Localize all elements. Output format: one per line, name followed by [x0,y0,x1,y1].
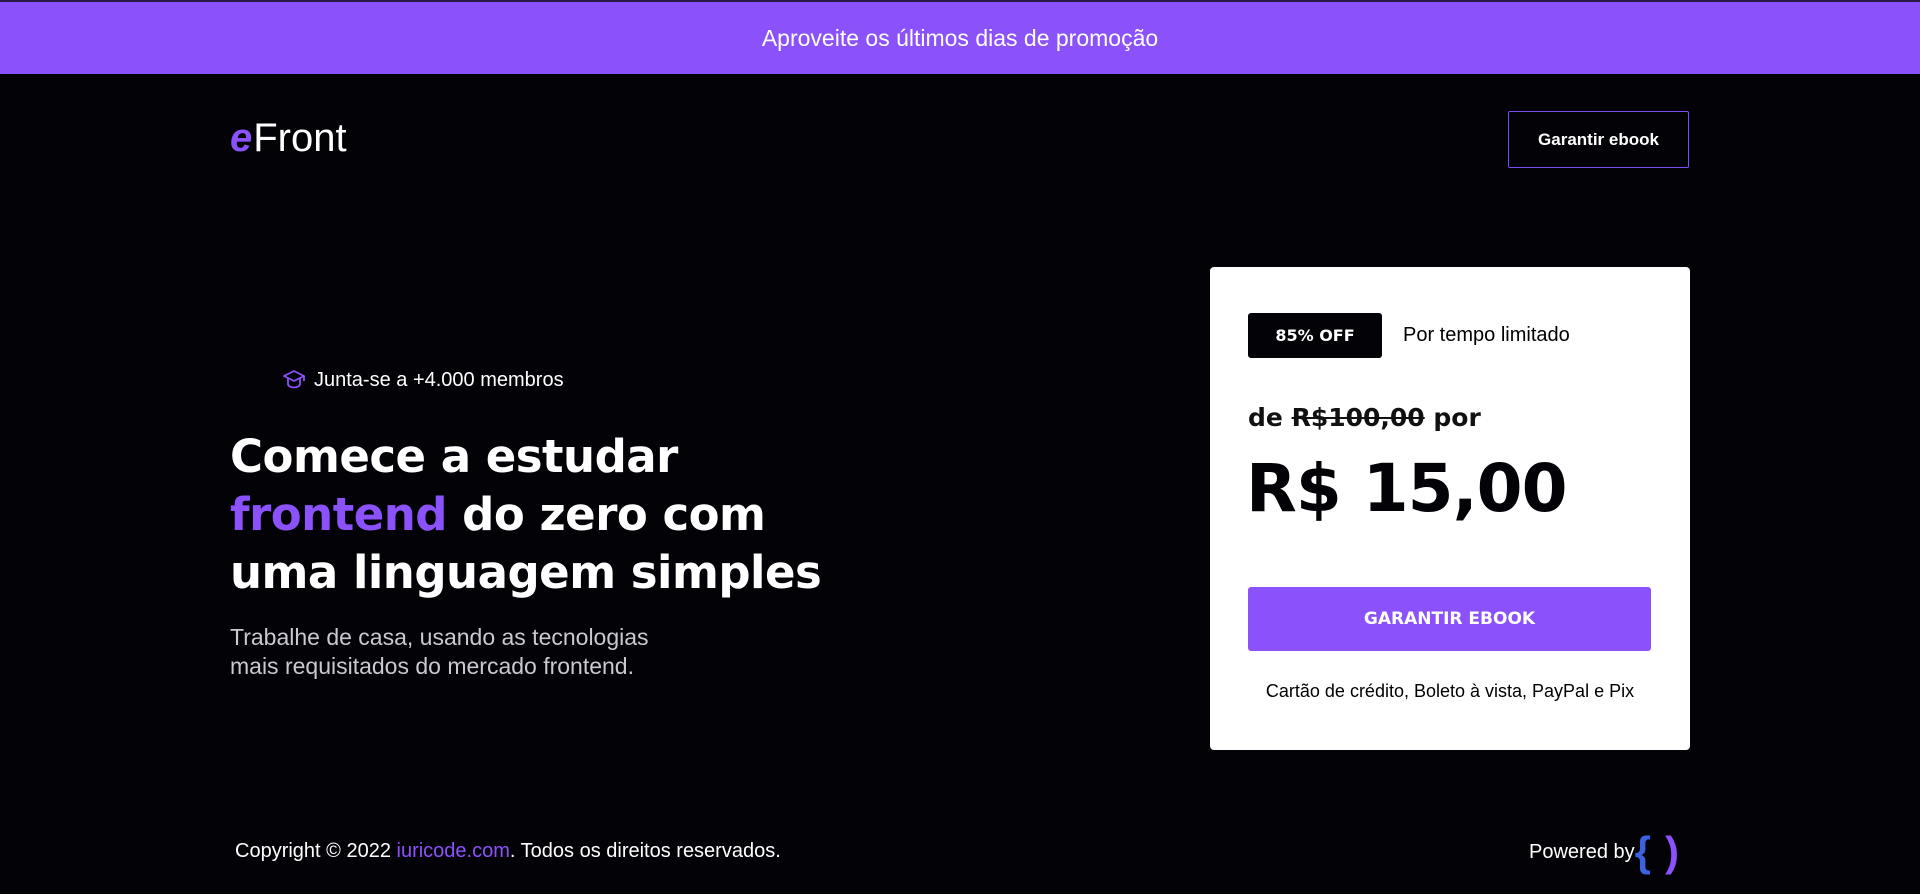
logo-mark: e [230,115,253,160]
copyright-suffix: . Todos os direitos reservados. [509,840,781,862]
old-price: de R$100,00 por [1248,403,1481,432]
old-price-prefix: de [1248,403,1292,432]
discount-badge: 85% OFF [1248,313,1382,358]
subtext-line-1: Trabalhe de casa, usando as tecnologias [230,624,649,650]
iuricode-link[interactable]: iuricode.com [397,840,510,862]
powered-by-text: Powered by [1529,840,1635,863]
old-price-suffix: por [1424,403,1481,432]
limited-time-note: Por tempo limitado [1403,324,1570,346]
copyright-prefix: Copyright © 2022 [235,840,397,862]
brand-logo-icon[interactable]: {) [1635,830,1679,874]
headline-line-3: uma linguagem simples [230,546,822,599]
promo-text: Aproveite os últimos dias de promoção [761,24,1159,51]
headline-accent: frontend [230,488,448,541]
members-text: Junta-se a +4.000 membros [314,368,564,391]
headline-line-2: do zero com [447,488,766,541]
offer-card: 85% OFF Por tempo limitado de R$100,00 p… [1210,267,1690,750]
headline-line-1: Comece a estudar [230,430,678,483]
current-price: R$ 15,00 [1246,450,1567,527]
get-ebook-button[interactable]: GARANTIR EBOOK [1248,587,1651,651]
powered-by: Powered by {) [1529,830,1679,874]
subtext-line-2: mais requisitados do mercado frontend. [230,653,634,679]
copyright: Copyright © 2022 iuricode.com. Todos os … [235,840,781,863]
logo[interactable]: e Front [230,114,347,162]
brand-logo-left: { [1634,828,1651,875]
promo-banner: Aproveite os últimos dias de promoção [0,0,1920,74]
logo-text: Front [253,115,347,160]
hero-subtext: Trabalhe de casa, usando as tecnologias … [230,623,750,681]
members-callout: Junta-se a +4.000 membros [282,368,564,392]
graduation-cap-icon [283,370,305,389]
payment-methods: Cartão de crédito, Boleto à vista, PayPa… [1265,681,1635,701]
header-get-ebook-button[interactable]: Garantir ebook [1508,111,1689,168]
brand-logo-right: ) [1664,828,1679,875]
old-price-value: R$100,00 [1291,403,1425,432]
hero-headline: Comece a estudar frontend do zero com um… [230,428,822,602]
